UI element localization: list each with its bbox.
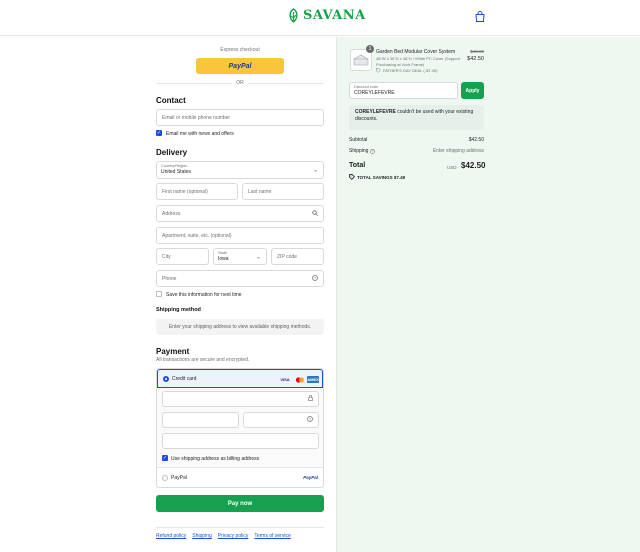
state-value: Iowa xyxy=(218,256,229,262)
shipping-method-title: Shipping method xyxy=(156,307,201,313)
last-name-placeholder: Last name xyxy=(248,188,272,195)
phone-placeholder: Phone xyxy=(162,275,177,282)
contact-title: Contact xyxy=(156,96,186,105)
credit-card-radio[interactable] xyxy=(163,376,169,382)
pay-now-button[interactable]: Pay now xyxy=(156,495,324,512)
billing-label: Use shipping address as billing address xyxy=(171,456,260,462)
paypal-radio[interactable] xyxy=(162,475,168,481)
shipping-value: Enter shipping address xyxy=(432,148,484,154)
price-discounted: $42.50 xyxy=(467,56,484,62)
city-field[interactable]: City xyxy=(156,248,209,265)
credit-card-label: Credit card xyxy=(172,376,197,382)
shipping-row: Shipping ? xyxy=(349,148,376,154)
amex-icon: AMEX xyxy=(307,376,319,383)
name-on-card-field[interactable] xyxy=(162,433,319,449)
credit-card-option[interactable]: Credit card VISA AMEX xyxy=(157,369,323,388)
visa-icon: VISA xyxy=(280,377,290,382)
refund-policy-link[interactable]: Refund policy xyxy=(156,533,186,539)
svg-text:?: ? xyxy=(372,149,374,153)
product-name: Garden Bed Modular Cover System xyxy=(376,49,456,55)
save-info-checkbox[interactable] xyxy=(156,291,162,297)
phone-field[interactable]: Phone ? xyxy=(156,270,324,287)
deal-label: FATHER'S DAY DEAL (-$7.49) xyxy=(383,68,438,73)
privacy-policy-link[interactable]: Privacy policy xyxy=(218,533,249,539)
total-label: Total xyxy=(349,162,366,169)
paypal-express-button[interactable]: PayPal xyxy=(196,58,284,74)
first-name-field[interactable]: First name (optional) xyxy=(156,183,238,200)
total-value: $42.50 xyxy=(461,161,486,170)
footer-links: Refund policy Shipping Privacy policy Te… xyxy=(156,533,291,539)
email-placeholder: Email or mobile phone number xyxy=(162,114,231,121)
shipping-label: Shipping xyxy=(349,148,369,154)
search-icon xyxy=(312,209,318,218)
billing-checkbox[interactable]: ✓ xyxy=(162,455,168,461)
total-currency: USD xyxy=(447,165,457,170)
shipping-method-note: Enter your shipping address to view avai… xyxy=(156,319,324,335)
discount-error-code: COREYLEFEVRE xyxy=(355,109,396,115)
card-number-field[interactable] xyxy=(162,391,319,407)
state-label: State xyxy=(218,251,227,255)
address-field[interactable]: Address xyxy=(156,205,324,222)
country-label: Country/Region xyxy=(161,164,188,168)
country-value: United States xyxy=(161,169,192,175)
price-original: $49.99 xyxy=(470,49,484,54)
total-savings: TOTAL SAVINGS $7.49 xyxy=(349,174,405,180)
footer-divider xyxy=(156,527,324,528)
news-label: Email me with news and offers xyxy=(166,131,234,137)
or-label: OR xyxy=(232,80,248,86)
state-select[interactable]: State Iowa ⌄ xyxy=(213,248,267,265)
paypal-option[interactable]: PayPal PayPal xyxy=(157,467,323,487)
paypal-label: PayPal xyxy=(171,475,187,481)
tag-icon xyxy=(349,174,355,180)
save-info-label: Save this information for next time xyxy=(166,292,242,298)
lock-icon xyxy=(308,395,313,403)
discount-code-field[interactable]: Discount code COREYLEFEVRE xyxy=(349,82,458,99)
country-select[interactable]: Country/Region United States ⌄ xyxy=(156,161,324,179)
quantity-badge: 1 xyxy=(366,45,374,53)
email-field[interactable]: Email or mobile phone number xyxy=(156,109,324,126)
security-code-field[interactable]: ? xyxy=(243,412,319,428)
payment-subtitle: All transactions are secure and encrypte… xyxy=(156,357,250,363)
help-icon[interactable]: ? xyxy=(312,274,318,283)
chevron-down-icon: ⌄ xyxy=(255,254,261,260)
subtotal-value: $42.50 xyxy=(468,137,484,143)
apartment-field[interactable]: Apartment, suite, etc. (optional) xyxy=(156,227,324,244)
deal-tag: FATHER'S DAY DEAL (-$7.49) xyxy=(376,68,437,73)
chevron-down-icon: ⌄ xyxy=(312,167,318,174)
discount-code-value: COREYLEFEVRE xyxy=(354,90,395,96)
discount-error-message: COREYLEFEVRE couldn't be used with your … xyxy=(349,105,484,130)
last-name-field[interactable]: Last name xyxy=(242,183,324,200)
leaf-logo-icon xyxy=(289,8,298,23)
tag-icon xyxy=(376,68,381,73)
header: SAVANA xyxy=(0,0,640,36)
expiry-field[interactable] xyxy=(162,412,239,428)
mastercard-icon xyxy=(294,376,305,383)
shipping-link[interactable]: Shipping xyxy=(192,533,211,539)
delivery-title: Delivery xyxy=(156,148,188,157)
express-checkout-label: Express checkout xyxy=(220,47,260,53)
brand-logo[interactable]: SAVANA xyxy=(287,8,366,23)
brand-name: SAVANA xyxy=(303,8,366,23)
product-variant: 48"W x 36"D x 48"H / White PC Cover (Sup… xyxy=(376,56,461,67)
help-icon[interactable]: ? xyxy=(370,148,376,154)
city-placeholder: City xyxy=(162,253,171,260)
apartment-placeholder: Apartment, suite, etc. (optional) xyxy=(162,232,232,239)
total-savings-text: TOTAL SAVINGS $7.49 xyxy=(357,174,406,180)
shopping-bag-icon[interactable] xyxy=(475,11,485,22)
address-placeholder: Address xyxy=(162,210,181,217)
apply-button[interactable]: Apply xyxy=(461,82,484,99)
help-icon[interactable]: ? xyxy=(307,416,313,424)
zip-placeholder: ZIP code xyxy=(277,253,297,260)
terms-link[interactable]: Terms of service xyxy=(254,533,290,539)
discount-code-label: Discount code xyxy=(354,85,379,89)
payment-methods: Credit card VISA AMEX ? ✓ Use shipping a… xyxy=(156,368,324,488)
news-checkbox[interactable]: ✓ xyxy=(156,130,162,136)
first-name-placeholder: First name (optional) xyxy=(162,188,208,195)
garden-cover-image xyxy=(353,54,369,66)
paypal-logo-icon: PayPal xyxy=(303,475,318,480)
subtotal-label: Subtotal xyxy=(349,137,368,143)
payment-title: Payment xyxy=(156,347,190,356)
zip-field[interactable]: ZIP code xyxy=(271,248,324,265)
